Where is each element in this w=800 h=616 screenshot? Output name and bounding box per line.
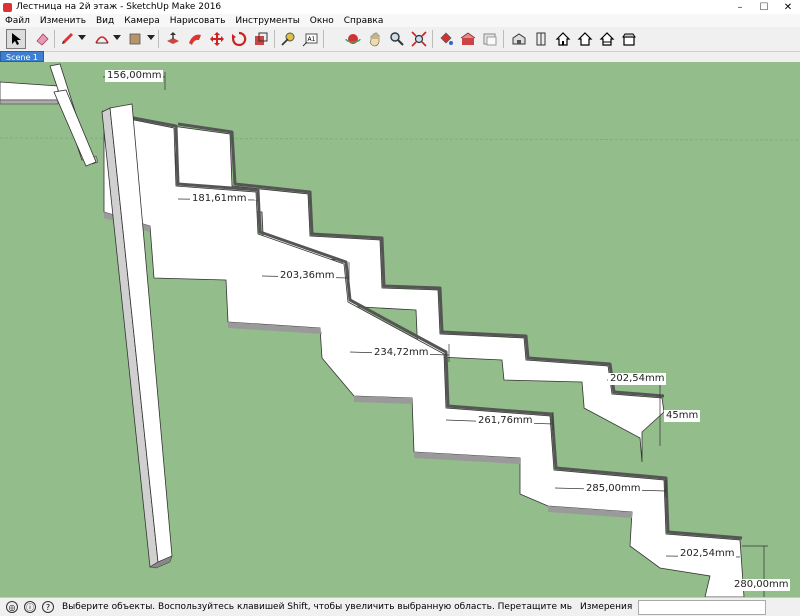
magnifier-icon — [390, 32, 404, 46]
dimension-label: 203,36mm — [278, 270, 337, 282]
close-button[interactable]: ✕ — [776, 0, 800, 14]
help-icon[interactable]: ? — [42, 601, 54, 613]
toolbar-separator — [432, 30, 433, 48]
right-house-icon — [577, 32, 593, 46]
move-arrows-icon — [210, 32, 224, 46]
hand-icon — [369, 32, 380, 47]
push-pull-tool-button[interactable] — [163, 29, 183, 49]
main-toolbar: A1 — [0, 27, 800, 52]
menu-draw[interactable]: Нарисовать — [165, 16, 231, 26]
dimension-label: 261,76mm — [476, 415, 535, 427]
push-pull-icon — [167, 32, 179, 44]
extension-icon — [483, 33, 497, 46]
sketchup-app-icon — [3, 2, 12, 12]
text-label-icon: A1 — [302, 33, 318, 47]
left-view-button[interactable] — [619, 29, 639, 49]
right-view-button[interactable] — [575, 29, 595, 49]
svg-text:A1: A1 — [308, 36, 316, 43]
text-tool-button[interactable]: A1 — [300, 29, 320, 49]
floor-slab — [0, 81, 59, 101]
credits-icon[interactable]: ⓘ — [24, 601, 36, 613]
staircase-model — [0, 63, 800, 597]
measurements-input[interactable] — [638, 599, 767, 615]
back-house-icon — [599, 32, 615, 46]
dimension-label: 285,00mm — [584, 483, 643, 495]
front-view-button[interactable] — [553, 29, 573, 49]
dimension-label: 156,00mm — [105, 70, 164, 82]
select-tool-button[interactable] — [6, 29, 26, 49]
tape-measure-icon — [281, 32, 295, 46]
rotate-tool-button[interactable] — [229, 29, 249, 49]
toolbar-separator — [54, 30, 55, 48]
extension-warehouse-button[interactable] — [480, 29, 500, 49]
move-tool-button[interactable] — [207, 29, 227, 49]
tape-measure-tool-button[interactable] — [278, 29, 298, 49]
rotate-icon — [232, 31, 247, 47]
follow-me-icon — [189, 34, 201, 45]
arc-tool-button[interactable] — [92, 29, 112, 49]
pencil-tool-button[interactable] — [57, 29, 77, 49]
paint-bucket-tool-button[interactable] — [436, 29, 456, 49]
pencil-dropdown-icon[interactable] — [78, 35, 86, 40]
zoom-tool-button[interactable] — [387, 29, 407, 49]
menu-help[interactable]: Справка — [339, 16, 389, 26]
pencil-icon — [62, 33, 73, 44]
dimension-label: 45mm — [664, 410, 701, 422]
dimension-label: 181,61mm — [190, 193, 249, 205]
measurements-label: Измерения — [580, 602, 633, 612]
shape-tool-button[interactable] — [125, 29, 145, 49]
scale-icon — [255, 32, 268, 45]
back-post — [53, 89, 97, 167]
zoom-extents-tool-button[interactable] — [409, 29, 429, 49]
top-view-icon — [536, 32, 546, 46]
menu-view[interactable]: Вид — [91, 16, 119, 26]
scale-tool-button[interactable] — [251, 29, 271, 49]
toolbar-separator — [274, 30, 275, 48]
rectangle-icon — [129, 33, 141, 45]
toolbar-separator — [323, 30, 324, 48]
toolbar-separator — [503, 30, 504, 48]
status-bar: ◎ ⓘ ? Выберите объекты. Воспользуйтесь к… — [0, 597, 800, 616]
eraser-tool-button[interactable] — [32, 29, 52, 49]
minimize-button[interactable]: – — [728, 0, 752, 14]
arrow-cursor-icon — [12, 33, 21, 45]
menu-file[interactable]: Файл — [0, 16, 35, 26]
3d-warehouse-button[interactable] — [458, 29, 478, 49]
iso-view-button[interactable] — [509, 29, 529, 49]
zoom-extents-icon — [411, 31, 427, 47]
dimension-label: 280,00mm — [732, 579, 791, 591]
back-view-button[interactable] — [597, 29, 617, 49]
status-message: Выберите объекты. Воспользуйтесь клавише… — [62, 602, 572, 612]
eraser-icon — [36, 33, 49, 46]
menu-bar: Файл Изменить Вид Камера Нарисовать Инст… — [0, 14, 800, 27]
menu-window[interactable]: Окно — [305, 16, 339, 26]
menu-tools[interactable]: Инструменты — [230, 16, 304, 26]
iso-house-icon — [512, 33, 526, 45]
maximize-button[interactable]: ☐ — [752, 0, 776, 14]
geo-location-icon[interactable]: ◎ — [6, 601, 18, 613]
shape-dropdown-icon[interactable] — [147, 35, 155, 40]
follow-me-tool-button[interactable] — [185, 29, 205, 49]
paint-bucket-icon — [440, 32, 453, 45]
window-title: Лестница на 2й этаж - SketchUp Make 2016 — [16, 2, 222, 12]
menu-edit[interactable]: Изменить — [35, 16, 91, 26]
warehouse-icon — [460, 32, 476, 45]
dimension-label: 234,72mm — [372, 347, 431, 359]
menu-camera[interactable]: Камера — [119, 16, 164, 26]
left-house-icon — [622, 33, 636, 46]
model-viewport[interactable]: 156,00mm 181,61mm 203,36mm 234,72mm 261,… — [0, 62, 800, 597]
arc-dropdown-icon[interactable] — [113, 35, 121, 40]
orbit-icon — [345, 34, 361, 44]
orbit-tool-button[interactable] — [343, 29, 363, 49]
arc-icon — [95, 36, 109, 44]
top-view-button[interactable] — [531, 29, 551, 49]
dimension-label: 202,54mm — [608, 373, 667, 385]
dimension-label: 202,54mm — [678, 548, 737, 560]
window-controls: – ☐ ✕ — [728, 0, 800, 14]
pan-tool-button[interactable] — [365, 29, 385, 49]
title-bar: Лестница на 2й этаж - SketchUp Make 2016… — [0, 0, 800, 15]
scene-tab[interactable]: Scene 1 — [0, 51, 45, 62]
toolbar-separator — [158, 30, 159, 48]
front-house-icon — [555, 32, 571, 46]
